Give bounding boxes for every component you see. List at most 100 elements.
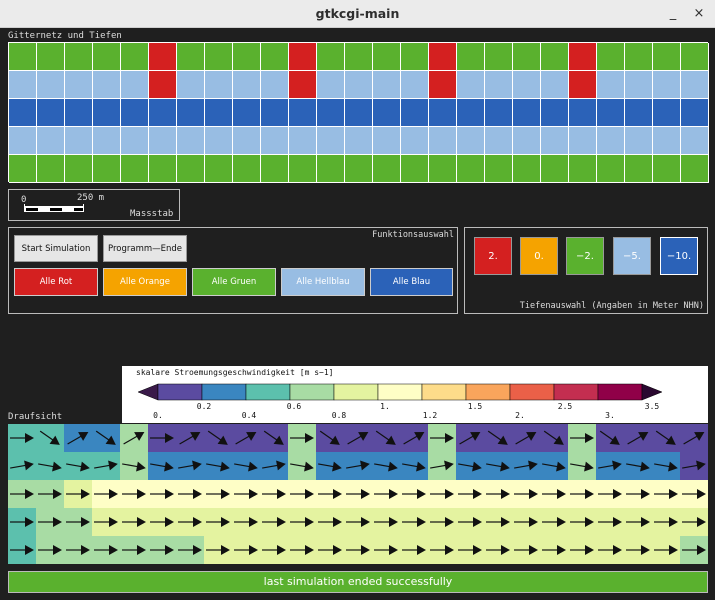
grid-cell[interactable]	[513, 99, 541, 127]
grid-cell[interactable]	[513, 127, 541, 155]
grid-cell[interactable]	[597, 155, 625, 183]
depth-grid[interactable]	[8, 42, 709, 183]
grid-cell[interactable]	[9, 155, 37, 183]
grid-cell[interactable]	[65, 71, 93, 99]
grid-cell[interactable]	[457, 71, 485, 99]
grid-cell[interactable]	[289, 127, 317, 155]
grid-cell[interactable]	[485, 127, 513, 155]
grid-cell[interactable]	[345, 155, 373, 183]
grid-cell[interactable]	[37, 155, 65, 183]
grid-cell[interactable]	[9, 127, 37, 155]
grid-cell[interactable]	[541, 43, 569, 71]
grid-cell[interactable]	[485, 43, 513, 71]
grid-cell[interactable]	[65, 127, 93, 155]
grid-cell[interactable]	[261, 43, 289, 71]
grid-cell[interactable]	[121, 71, 149, 99]
grid-cell[interactable]	[373, 43, 401, 71]
grid-cell[interactable]	[317, 43, 345, 71]
program-end-button[interactable]: Programm—Ende	[103, 235, 187, 262]
grid-cell[interactable]	[233, 127, 261, 155]
depth-option-2[interactable]: 2.	[474, 237, 512, 275]
grid-cell[interactable]	[373, 99, 401, 127]
grid-cell[interactable]	[177, 71, 205, 99]
grid-cell[interactable]	[401, 43, 429, 71]
grid-cell[interactable]	[149, 127, 177, 155]
grid-cell[interactable]	[149, 43, 177, 71]
grid-cell[interactable]	[401, 71, 429, 99]
grid-cell[interactable]	[541, 155, 569, 183]
grid-cell[interactable]	[541, 127, 569, 155]
grid-cell[interactable]	[373, 155, 401, 183]
minimize-icon[interactable]: _	[662, 3, 684, 25]
grid-cell[interactable]	[457, 155, 485, 183]
grid-cell[interactable]	[653, 99, 681, 127]
grid-cell[interactable]	[233, 99, 261, 127]
grid-cell[interactable]	[653, 71, 681, 99]
grid-cell[interactable]	[233, 71, 261, 99]
depth-option-minus-10[interactable]: −10.	[660, 237, 698, 275]
grid-cell[interactable]	[37, 43, 65, 71]
grid-cell[interactable]	[401, 155, 429, 183]
grid-cell[interactable]	[401, 127, 429, 155]
grid-cell[interactable]	[597, 99, 625, 127]
grid-cell[interactable]	[317, 127, 345, 155]
grid-cell[interactable]	[681, 71, 709, 99]
grid-cell[interactable]	[625, 155, 653, 183]
grid-cell[interactable]	[121, 155, 149, 183]
grid-cell[interactable]	[317, 99, 345, 127]
grid-cell[interactable]	[65, 43, 93, 71]
grid-cell[interactable]	[429, 99, 457, 127]
grid-cell[interactable]	[569, 71, 597, 99]
all-lightblue-button[interactable]: Alle Hellblau	[281, 268, 365, 296]
grid-cell[interactable]	[597, 127, 625, 155]
grid-cell[interactable]	[149, 155, 177, 183]
grid-cell[interactable]	[569, 127, 597, 155]
grid-cell[interactable]	[37, 71, 65, 99]
grid-cell[interactable]	[653, 155, 681, 183]
grid-cell[interactable]	[289, 155, 317, 183]
grid-cell[interactable]	[205, 99, 233, 127]
grid-cell[interactable]	[205, 71, 233, 99]
grid-cell[interactable]	[233, 155, 261, 183]
grid-cell[interactable]	[93, 99, 121, 127]
grid-cell[interactable]	[345, 99, 373, 127]
grid-cell[interactable]	[541, 71, 569, 99]
grid-cell[interactable]	[513, 155, 541, 183]
grid-cell[interactable]	[345, 71, 373, 99]
grid-cell[interactable]	[597, 71, 625, 99]
start-simulation-button[interactable]: Start Simulation	[14, 235, 98, 262]
grid-cell[interactable]	[653, 127, 681, 155]
grid-cell[interactable]	[373, 127, 401, 155]
grid-cell[interactable]	[177, 127, 205, 155]
grid-cell[interactable]	[317, 71, 345, 99]
grid-cell[interactable]	[373, 71, 401, 99]
grid-cell[interactable]	[93, 155, 121, 183]
grid-cell[interactable]	[429, 155, 457, 183]
grid-cell[interactable]	[9, 99, 37, 127]
grid-cell[interactable]	[681, 155, 709, 183]
grid-cell[interactable]	[93, 43, 121, 71]
grid-cell[interactable]	[177, 99, 205, 127]
grid-cell[interactable]	[429, 127, 457, 155]
grid-cell[interactable]	[149, 71, 177, 99]
grid-cell[interactable]	[37, 99, 65, 127]
grid-cell[interactable]	[681, 43, 709, 71]
grid-cell[interactable]	[625, 127, 653, 155]
grid-cell[interactable]	[261, 127, 289, 155]
grid-cell[interactable]	[289, 99, 317, 127]
grid-cell[interactable]	[65, 155, 93, 183]
grid-cell[interactable]	[429, 43, 457, 71]
grid-cell[interactable]	[93, 127, 121, 155]
grid-cell[interactable]	[177, 155, 205, 183]
close-icon[interactable]: ×	[688, 3, 710, 25]
grid-cell[interactable]	[681, 127, 709, 155]
grid-cell[interactable]	[597, 43, 625, 71]
depth-option-0[interactable]: 0.	[520, 237, 558, 275]
grid-cell[interactable]	[345, 127, 373, 155]
grid-cell[interactable]	[401, 99, 429, 127]
depth-option-minus-5[interactable]: −5.	[613, 237, 651, 275]
grid-cell[interactable]	[37, 127, 65, 155]
grid-cell[interactable]	[485, 71, 513, 99]
grid-cell[interactable]	[541, 99, 569, 127]
grid-cell[interactable]	[457, 99, 485, 127]
